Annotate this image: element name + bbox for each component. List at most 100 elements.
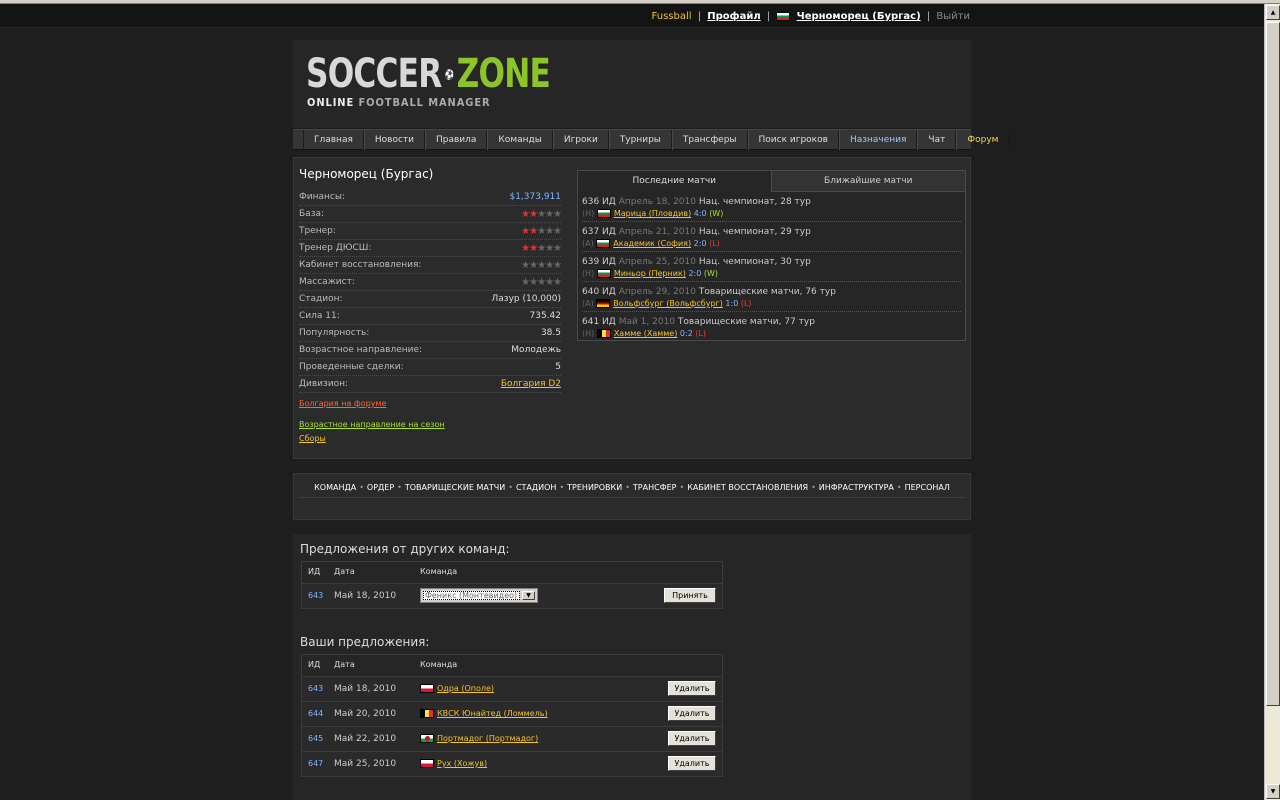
star-icon: ★ xyxy=(529,259,538,271)
nav-home[interactable]: Главная xyxy=(303,130,364,150)
team-nav-transfer[interactable]: ТРАНСФЕР xyxy=(633,483,677,492)
scroll-down-icon[interactable]: ▼ xyxy=(1266,784,1280,799)
stat-value: 735.42 xyxy=(529,311,562,321)
star-icon: ★ xyxy=(521,242,530,254)
logo-tagline-manager: MANAGER xyxy=(428,96,491,109)
wales-flag-icon xyxy=(420,734,434,743)
team-nav-order[interactable]: ОРДЕР xyxy=(367,483,394,492)
page-scrollbar[interactable]: ▲ ▼ xyxy=(1264,4,1280,800)
profile-link[interactable]: Профайл xyxy=(707,11,760,22)
team-link[interactable]: КВСК Юнайтед (Ломмель) xyxy=(437,709,548,718)
division-link[interactable]: Болгария D2 xyxy=(501,379,561,389)
offer-id-link[interactable]: 643 xyxy=(308,677,323,701)
fussball-link[interactable]: Fussball xyxy=(652,11,692,22)
team-nav-team[interactable]: КОМАНДА xyxy=(314,483,356,492)
match-item: 636 ИД Апрель 18, 2010 Нац. чемпионат, 2… xyxy=(582,192,961,222)
nav-tournaments[interactable]: Турниры xyxy=(608,130,672,150)
match-score: 2:0 xyxy=(688,269,702,278)
team-nav-recovery[interactable]: КАБИНЕТ ВОССТАНОВЛЕНИЯ xyxy=(687,483,808,492)
match-item: 639 ИД Апрель 25, 2010 Нац. чемпионат, 3… xyxy=(582,252,961,282)
nav-forum[interactable]: Форум xyxy=(956,130,1010,150)
bulgaria-flag-icon xyxy=(596,209,611,218)
team-nav-friendlies[interactable]: ТОВАРИЩЕСКИЕ МАТЧИ xyxy=(405,483,505,492)
scroll-up-icon[interactable]: ▲ xyxy=(1266,5,1280,20)
match-competition: Нац. чемпионат, 29 тур xyxy=(698,227,811,237)
offer-id-link[interactable]: 645 xyxy=(308,727,323,751)
offer-id-link[interactable]: 647 xyxy=(308,752,323,776)
star-icon: ★ xyxy=(545,259,554,271)
team-nav-infrastructure[interactable]: ИНФРАСТРУКТУРА xyxy=(819,483,894,492)
match-id[interactable]: 639 ИД xyxy=(582,257,616,267)
nav-appointments[interactable]: Назначения xyxy=(838,130,918,150)
table-row: 645 Май 22, 2010 Портмадог (Портмадог) У… xyxy=(302,726,722,751)
star-icon: ★ xyxy=(553,208,562,220)
opponent-link[interactable]: Академик (София) xyxy=(613,239,691,248)
team-select[interactable]: Феникс (Монтевидео) ▼ xyxy=(420,588,538,603)
nav-rules[interactable]: Правила xyxy=(425,130,488,150)
poland-flag-icon xyxy=(420,759,434,768)
delete-button[interactable]: Удалить xyxy=(668,706,716,721)
match-id[interactable]: 637 ИД xyxy=(582,227,616,237)
match-id[interactable]: 641 ИД xyxy=(582,317,616,327)
offer-id-link[interactable]: 643 xyxy=(308,584,323,608)
main-nav: Главная Новости Правила Команды Игроки Т… xyxy=(293,129,1010,150)
team-nav-stadium[interactable]: СТАДИОН xyxy=(516,483,557,492)
match-competition: Товарищеские матчи, 77 тур xyxy=(677,317,815,327)
stat-value: Лазур (10,000) xyxy=(491,294,561,304)
opponent-link[interactable]: Миньор (Перник) xyxy=(614,269,686,278)
nav-player-search[interactable]: Поиск игроков xyxy=(747,130,839,150)
team-link[interactable]: Портмадог (Портмадог) xyxy=(437,734,538,743)
match-id[interactable]: 640 ИД xyxy=(582,287,616,297)
team-link[interactable]: Одра (Ополе) xyxy=(437,684,494,693)
table-header: ИД Дата Команда xyxy=(302,562,722,583)
tab-recent-matches[interactable]: Последние матчи xyxy=(578,171,772,192)
match-details: (H) Хамме (Хамме) 0:2 (L) xyxy=(582,328,961,340)
fees-link[interactable]: Сборы xyxy=(299,434,445,443)
stat-label: Массажист: xyxy=(299,277,355,287)
team-nav-training[interactable]: ТРЕНИРОВКИ xyxy=(567,483,622,492)
team-link[interactable]: Рух (Хожув) xyxy=(437,759,487,768)
match-result: (L) xyxy=(695,329,707,338)
team-section-nav: КОМАНДА • ОРДЕР • ТОВАРИЩЕСКИЕ МАТЧИ • СТАДИОН… xyxy=(293,473,971,520)
match-result: (W) xyxy=(709,209,724,218)
match-result: (L) xyxy=(709,239,720,248)
opponent-link[interactable]: Марица (Пловдив) xyxy=(614,209,691,218)
star-icon: ★ xyxy=(521,225,530,237)
bullet-separator: • xyxy=(559,483,565,492)
forum-country-link[interactable]: Болгария на форуме xyxy=(299,399,445,408)
nav-teams[interactable]: Команды xyxy=(487,130,553,150)
tab-upcoming-matches[interactable]: Ближайшие матчи xyxy=(771,171,965,192)
opponent-link[interactable]: Вольфсбург (Вольфсбург) xyxy=(613,299,723,308)
my-team-link[interactable]: Черноморец (Бургас) xyxy=(797,11,921,22)
delete-button[interactable]: Удалить xyxy=(668,756,716,771)
scroll-thumb[interactable] xyxy=(1266,22,1280,706)
nav-players[interactable]: Игроки xyxy=(552,130,609,150)
offer-team: Портмадог (Портмадог) xyxy=(420,727,538,751)
chevron-down-icon[interactable]: ▼ xyxy=(522,591,535,600)
team-nav-staff[interactable]: ПЕРСОНАЛ xyxy=(905,483,950,492)
match-date: Май 1, 2010 xyxy=(618,317,676,327)
opponent-link[interactable]: Хамме (Хамме) xyxy=(614,329,678,338)
offer-date: Май 20, 2010 xyxy=(334,709,397,719)
offer-date: Май 18, 2010 xyxy=(334,684,397,694)
offer-id-link[interactable]: 644 xyxy=(308,702,323,726)
bulgaria-flag-icon xyxy=(596,239,611,248)
incoming-offers-title: Предложения от других команд: xyxy=(300,542,510,556)
nav-news[interactable]: Новости xyxy=(363,130,425,150)
age-direction-link[interactable]: Возрастное направление на сезон xyxy=(299,420,445,429)
delete-button[interactable]: Удалить xyxy=(668,731,716,746)
nav-transfers[interactable]: Трансферы xyxy=(671,130,748,150)
match-id[interactable]: 636 ИД xyxy=(582,197,616,207)
bulgaria-flag-icon xyxy=(776,12,791,21)
nav-chat[interactable]: Чат xyxy=(917,130,957,150)
accept-button[interactable]: Принять xyxy=(664,588,716,603)
table-row: 647 Май 25, 2010 Рух (Хожув) Удалить xyxy=(302,751,722,776)
stat-deals: Проведенные сделки: 5 xyxy=(299,359,561,376)
delete-button[interactable]: Удалить xyxy=(668,681,716,696)
logout-link[interactable]: Выйти xyxy=(936,11,970,22)
star-rating: ★★★★★ xyxy=(521,259,562,271)
star-icon: ★ xyxy=(545,276,554,288)
match-date: Апрель 25, 2010 xyxy=(618,257,696,267)
soccer-zone-logo[interactable]: SOCCER ⚽ZONE ONLINE FOOTBALL MANAGER xyxy=(306,52,551,112)
match-venue: (A) xyxy=(582,299,594,308)
